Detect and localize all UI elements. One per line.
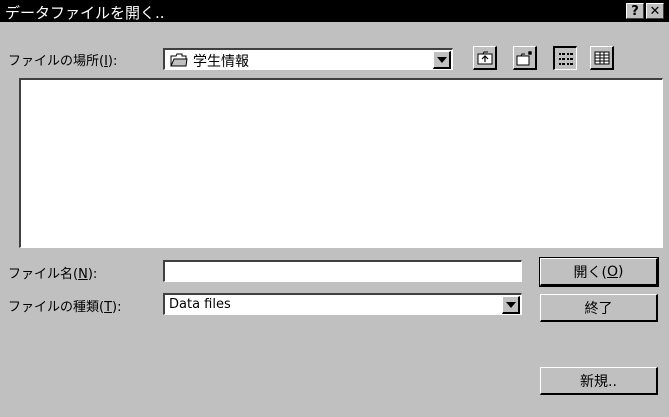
- chevron-down-icon: [505, 301, 516, 308]
- up-folder-button[interactable]: [473, 46, 497, 70]
- open-button[interactable]: 開く(O): [539, 257, 659, 287]
- new-button[interactable]: 新規..: [540, 367, 658, 395]
- details-view-button[interactable]: [590, 46, 614, 70]
- location-dropdown-button[interactable]: [433, 51, 451, 69]
- close-button[interactable]: ✕: [646, 3, 664, 19]
- file-name-label: ファイル名(N):: [8, 267, 98, 282]
- window-title: データファイルを開く..: [5, 4, 165, 22]
- up-folder-icon: [477, 51, 492, 64]
- file-list[interactable]: [19, 78, 663, 248]
- new-folder-icon: [516, 50, 532, 65]
- location-value: 学生情報: [193, 54, 249, 70]
- location-dropdown[interactable]: 学生情報: [163, 48, 453, 70]
- file-type-value: Data files: [169, 297, 231, 312]
- exit-button[interactable]: 終了: [540, 294, 658, 322]
- details-view-icon: [594, 51, 609, 64]
- file-type-dropdown-button[interactable]: [502, 296, 520, 314]
- file-type-dropdown[interactable]: Data files: [163, 293, 522, 315]
- help-button[interactable]: ?: [626, 3, 644, 19]
- file-name-input[interactable]: [163, 260, 522, 282]
- new-folder-button[interactable]: [513, 46, 537, 70]
- file-type-label: ファイルの種類(T):: [8, 300, 122, 315]
- list-view-button[interactable]: [553, 46, 577, 70]
- chevron-down-icon: [436, 56, 447, 63]
- list-view-icon: [558, 52, 573, 65]
- location-label: ファイルの場所(I):: [8, 54, 118, 69]
- title-bar: データファイルを開く.. ? ✕: [0, 0, 669, 22]
- folder-icon: [170, 53, 188, 71]
